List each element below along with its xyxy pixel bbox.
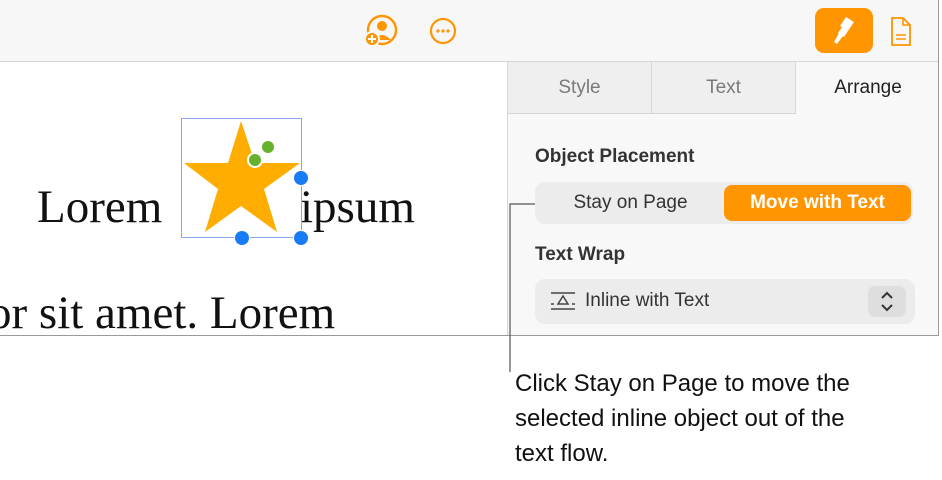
callout-text: Click Stay on Page to move the selected … [515,370,850,467]
